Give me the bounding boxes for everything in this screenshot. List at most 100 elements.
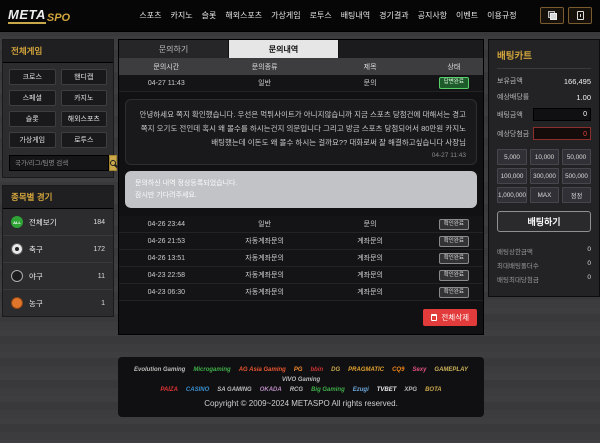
vault-button[interactable] (568, 7, 592, 24)
table-header: 문의시간 문의종류 제목 상태 (119, 58, 483, 75)
amount-button[interactable]: MAX (530, 187, 559, 203)
nav-item[interactable]: 경기결과 (379, 10, 408, 21)
provider-logo: CASINO (186, 387, 209, 393)
logo-spo-text: SPO (47, 12, 70, 24)
soccer-icon (11, 243, 23, 255)
game-category-button[interactable]: 해외스포츠 (61, 111, 108, 127)
nav-item[interactable]: 이용규정 (487, 10, 516, 21)
table-row[interactable]: 04-23 06:30 자동계좌문의 계좌문의 확인완료 (119, 284, 483, 301)
site-logo[interactable]: META SPO (8, 7, 116, 24)
header-buttons (540, 7, 592, 24)
game-category-button[interactable]: 스페셜 (9, 90, 56, 106)
status-badge: 확인완료 (439, 253, 469, 265)
main-nav: 스포츠 카지노 슬롯 해외스포츠 가상게임 로투스 배팅내역 경기결과 공지사항 이벤트 이용규정 (116, 10, 540, 21)
limit-value: 0 (587, 274, 591, 284)
table-row-expanded[interactable]: 04-27 11:43 일반 문의 답변완료 (119, 75, 483, 92)
sidebar-item-basketball[interactable]: 농구 1 (3, 290, 113, 316)
nav-item[interactable]: 로투스 (310, 10, 332, 21)
amount-button[interactable]: 300,000 (530, 168, 559, 184)
sport-name: 축구 (29, 244, 93, 255)
game-category-button[interactable]: 로투스 (61, 132, 108, 148)
provider-logo: TVBET (377, 387, 397, 393)
expected-win-label: 예상당첨금 (497, 129, 529, 139)
nav-item[interactable]: 가상게임 (271, 10, 300, 21)
betting-cart-title: 배팅카트 (497, 48, 591, 69)
provider-logo: Evolution Gaming (134, 367, 185, 373)
header: META SPO 스포츠 카지노 슬롯 해외스포츠 가상게임 로투스 배팅내역 경기결과 공지사… (0, 0, 600, 32)
status-badge: 확인완료 (439, 287, 469, 299)
all-games-body: 크로스 핸디캡스페셜 카지노슬롯 해외스포츠가상게임 로투스 (3, 63, 113, 177)
status-badge: 확인완료 (439, 219, 469, 231)
cell-title: 문의 (316, 219, 425, 229)
message-button[interactable] (540, 7, 564, 24)
nav-item[interactable]: 스포츠 (139, 10, 161, 21)
table-row[interactable]: 04-23 22:58 자동계좌문의 계좌문의 확인완료 (119, 267, 483, 284)
table-row[interactable]: 04-26 23:44 일반 문의 확인완료 (119, 216, 483, 233)
nav-item[interactable]: 공지사항 (418, 10, 447, 21)
sport-count: 184 (93, 219, 105, 226)
cell-status: 확인완료 (425, 253, 483, 265)
amount-button[interactable]: 100,000 (497, 168, 527, 184)
delete-row: 전체삭제 (119, 301, 483, 326)
provider-logo: SA GAMING (217, 387, 251, 393)
sports-panel-title: 종목별 경기 (3, 186, 113, 209)
game-category-button[interactable]: 슬롯 (9, 111, 56, 127)
cell-time: 04-26 23:44 (119, 221, 214, 228)
provider-logo: Sexy (412, 367, 426, 373)
inquiry-message-text: 안녕하세요 쪽지 확인했습니다. 우선은 먹튀사이트가 아니지않습니까 지금 스… (136, 108, 466, 150)
search-input[interactable] (9, 155, 109, 171)
provider-logos-row1: Evolution GamingMicrogamingAG Asia Gamin… (126, 367, 476, 383)
cell-title: 계좌문의 (316, 287, 425, 297)
provider-logo: Big Gaming (311, 387, 345, 393)
amount-button[interactable]: 50,000 (562, 149, 591, 165)
cell-title: 계좌문의 (316, 236, 425, 246)
status-badge: 확인완료 (439, 236, 469, 248)
all-sports-icon: ALL (11, 216, 23, 228)
amount-button[interactable]: 정정 (562, 187, 591, 203)
game-category-button[interactable]: 크로스 (9, 69, 56, 85)
cell-type: 일반 (214, 78, 316, 88)
table-row[interactable]: 04-26 21:53 자동계좌문의 계좌문의 확인완료 (119, 233, 483, 250)
amount-buttons: 5,00010,00050,000 100,000300,000500,000 1,… (497, 149, 591, 203)
table-row[interactable]: 04-26 13:51 자동계좌문의 계좌문의 확인완료 (119, 250, 483, 267)
sidebar-item-baseball[interactable]: 야구 11 (3, 263, 113, 290)
delete-all-label: 전체삭제 (441, 312, 469, 323)
amount-button[interactable]: 5,000 (497, 149, 527, 165)
cell-status: 확인완료 (425, 236, 483, 248)
nav-item[interactable]: 배팅내역 (341, 10, 370, 21)
nav-item[interactable]: 이벤트 (456, 10, 478, 21)
balance-row: 보유금액 166,495 (497, 76, 591, 86)
sidebar-item-soccer[interactable]: 축구 172 (3, 236, 113, 263)
cell-time: 04-23 22:58 (119, 272, 214, 279)
betting-cart: 배팅카트 보유금액 166,495 예상배당률 1.00 배팅금액 예상당첨금 … (488, 39, 600, 297)
game-category-button[interactable]: 가상게임 (9, 132, 56, 148)
sport-name: 농구 (29, 298, 101, 309)
sidebar-item-all-sports[interactable]: ALL 전체보기 184 (3, 209, 113, 236)
main-column: 문의하기 문의내역 문의시간 문의종류 제목 상태 04-27 11:43 일반… (118, 39, 484, 417)
delete-all-button[interactable]: 전체삭제 (423, 309, 477, 326)
tab-inquiry-write[interactable]: 문의하기 (119, 40, 229, 58)
col-header-time: 문의시간 (119, 62, 214, 72)
nav-item[interactable]: 카지노 (171, 10, 193, 21)
search-button[interactable] (109, 155, 117, 171)
odds-row: 예상배당률 1.00 (497, 92, 591, 102)
basketball-icon (11, 297, 23, 309)
amount-button[interactable]: 10,000 (530, 149, 559, 165)
nav-item[interactable]: 해외스포츠 (225, 10, 262, 21)
bet-amount-input[interactable] (533, 108, 591, 121)
reply-line-1: 문의하신 내역 정상등록되었습니다. (135, 178, 467, 190)
provider-logo: RCG (290, 387, 303, 393)
cell-time: 04-26 13:51 (119, 255, 214, 262)
footer: Evolution GamingMicrogamingAG Asia Gamin… (118, 357, 484, 417)
amount-button[interactable]: 1,000,000 (497, 187, 527, 203)
limit-row: 배팅최대당첨금 0 (497, 274, 591, 284)
cell-status: 확인완료 (425, 270, 483, 282)
tab-inquiry-history[interactable]: 문의내역 (229, 40, 339, 58)
nav-item[interactable]: 슬롯 (202, 10, 217, 21)
game-category-button[interactable]: 핸디캡 (61, 69, 108, 85)
amount-button[interactable]: 500,000 (562, 168, 591, 184)
status-badge: 확인완료 (439, 270, 469, 282)
game-category-button[interactable]: 카지노 (61, 90, 108, 106)
limit-label: 배팅상한금액 (497, 246, 533, 256)
bet-button[interactable]: 배팅하기 (497, 211, 591, 232)
